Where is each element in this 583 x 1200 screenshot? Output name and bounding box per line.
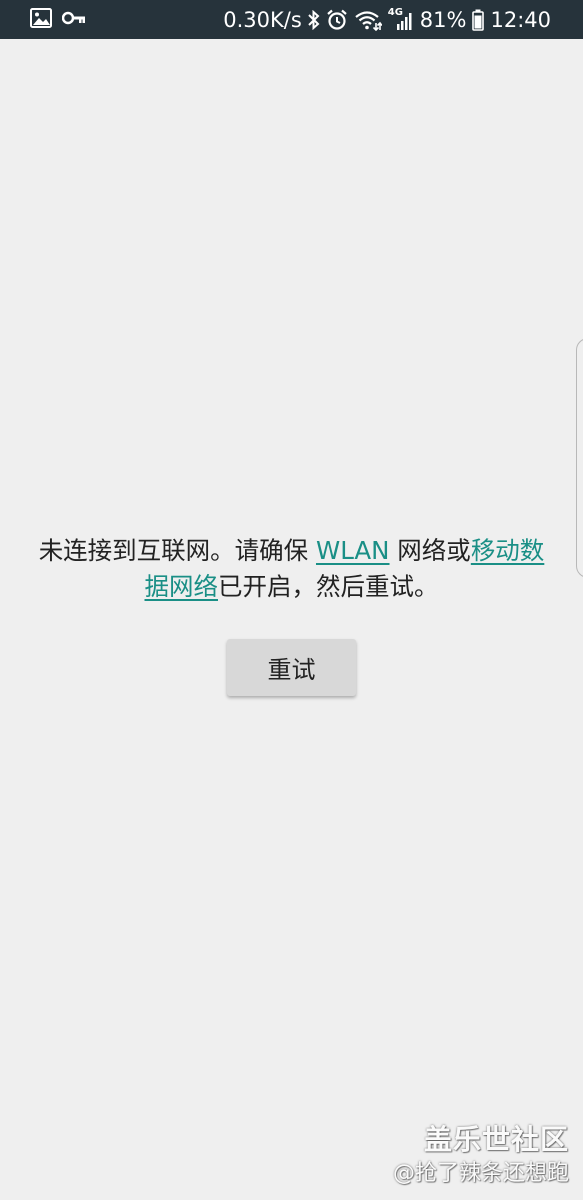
edge-panel-handle[interactable] (576, 338, 583, 578)
network-speed: 0.30K/s (223, 7, 302, 32)
image-icon (30, 8, 52, 28)
message-text-2: 网络或 (389, 536, 471, 565)
battery-icon (472, 9, 485, 31)
watermark: 盖乐世社区 @抢了辣条还想跑 (393, 1122, 569, 1190)
retry-button[interactable]: 重试 (227, 639, 356, 696)
signal-icon: 4G (388, 7, 414, 31)
watermark-subtitle: @抢了辣条还想跑 (392, 1161, 569, 1186)
wlan-link[interactable]: WLAN (316, 536, 390, 565)
status-bar: 0.30K/s 4G 81% 12:40 (0, 0, 583, 39)
alarm-icon (326, 9, 348, 31)
battery-percent: 81% (419, 7, 467, 32)
message-text-3: 已开启，然后重试。 (218, 572, 439, 601)
bluetooth-icon (308, 9, 320, 30)
clock-time: 12:40 (490, 7, 551, 32)
status-left-icons (30, 8, 86, 28)
key-icon (62, 11, 86, 25)
status-right: 0.30K/s 4G 81% 12:40 (223, 0, 551, 39)
wifi-icon (354, 9, 382, 31)
message-text-1: 未连接到互联网。请确保 (38, 536, 316, 565)
watermark-title: 盖乐世社区 (423, 1123, 569, 1156)
no-internet-message: 未连接到互联网。请确保 WLAN 网络或移动数据网络已开启，然后重试。 (30, 533, 553, 605)
